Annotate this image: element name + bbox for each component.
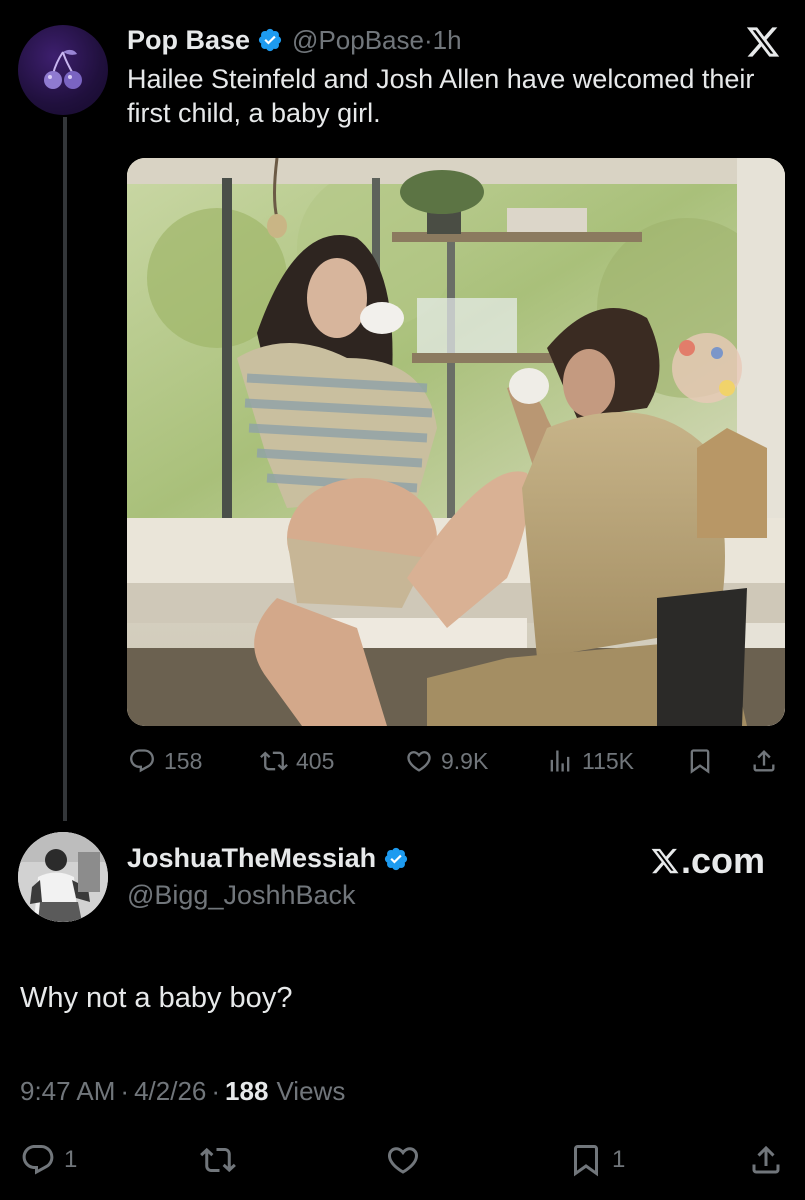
- reply-button[interactable]: 1: [20, 1142, 77, 1178]
- thread-connector-line: [63, 117, 67, 821]
- reply-date[interactable]: 4/2/26: [134, 1076, 206, 1107]
- reply-icon: [130, 749, 154, 773]
- reply-text: Why not a baby boy?: [20, 982, 293, 1014]
- author-handle[interactable]: @PopBase: [292, 25, 424, 56]
- views-button[interactable]: 115K: [546, 747, 634, 775]
- author-name[interactable]: Pop Base: [127, 25, 250, 56]
- tweet-action-bar: 158 405 9.9K 115K: [128, 743, 783, 779]
- cherry-avatar-icon: [44, 49, 82, 89]
- reply-button[interactable]: 158: [128, 747, 202, 775]
- reply-views-label: Views: [276, 1076, 346, 1106]
- reply-icon: [22, 1145, 54, 1175]
- couple-kitchen-photo: [127, 158, 785, 726]
- share-icon: [752, 1145, 780, 1174]
- bookmark-icon: [690, 749, 710, 774]
- reply-count: 158: [164, 747, 203, 774]
- like-button[interactable]: [385, 1142, 421, 1178]
- reply-author-name[interactable]: JoshuaTheMessiah: [127, 843, 376, 874]
- separator-dot: ·: [120, 1076, 130, 1106]
- avatar-photo: [18, 832, 108, 922]
- bookmark-count: 1: [612, 1146, 626, 1173]
- retweet-icon: [260, 751, 288, 771]
- like-icon: [387, 1147, 419, 1174]
- tweet-header: Pop Base @PopBase · 1h: [127, 22, 775, 58]
- tweet-text: Hailee Steinfeld and Josh Allen have wel…: [127, 64, 755, 128]
- retweet-icon: [200, 1147, 236, 1173]
- separator-dot: ·: [211, 1076, 221, 1106]
- retweet-button[interactable]: 405: [260, 747, 334, 775]
- bookmark-button[interactable]: [686, 747, 714, 775]
- reply-count: 1: [64, 1146, 78, 1173]
- x-logo-icon[interactable]: [745, 24, 781, 60]
- retweet-button[interactable]: [200, 1142, 236, 1178]
- reply-time[interactable]: 9:47 AM: [20, 1076, 115, 1107]
- reply-author-row: JoshuaTheMessiah: [127, 843, 409, 874]
- watermark-text: .com: [680, 840, 765, 881]
- verified-badge-icon: [258, 28, 282, 52]
- like-count: 9.9K: [441, 747, 489, 774]
- share-button[interactable]: [750, 747, 778, 775]
- joshua-avatar[interactable]: [18, 832, 108, 922]
- like-button[interactable]: 9.9K: [405, 747, 488, 775]
- retweet-count: 405: [296, 747, 335, 774]
- tweet-time[interactable]: 1h: [433, 25, 462, 56]
- share-button[interactable]: [748, 1142, 784, 1178]
- views-icon: [550, 750, 570, 772]
- tweet-photo[interactable]: [127, 158, 785, 726]
- verified-badge-icon: [384, 847, 408, 870]
- bookmark-icon: [574, 1145, 598, 1177]
- separator-dot: ·: [423, 24, 433, 55]
- x-logo-icon: [651, 848, 679, 874]
- reply-meta: 9:47 AM · 4/2/26 · 188 Views: [20, 1076, 345, 1107]
- reply-author-handle[interactable]: @Bigg_JoshhBack: [127, 880, 356, 911]
- bookmark-button[interactable]: 1: [568, 1142, 625, 1178]
- reply-action-bar: 1 1: [20, 1142, 790, 1182]
- like-icon: [407, 751, 431, 772]
- share-icon: [753, 750, 775, 772]
- views-count: 115K: [582, 747, 635, 774]
- reply-views-count: 188: [225, 1076, 269, 1106]
- x-com-watermark: .com: [650, 840, 765, 882]
- popbase-avatar[interactable]: [18, 25, 108, 115]
